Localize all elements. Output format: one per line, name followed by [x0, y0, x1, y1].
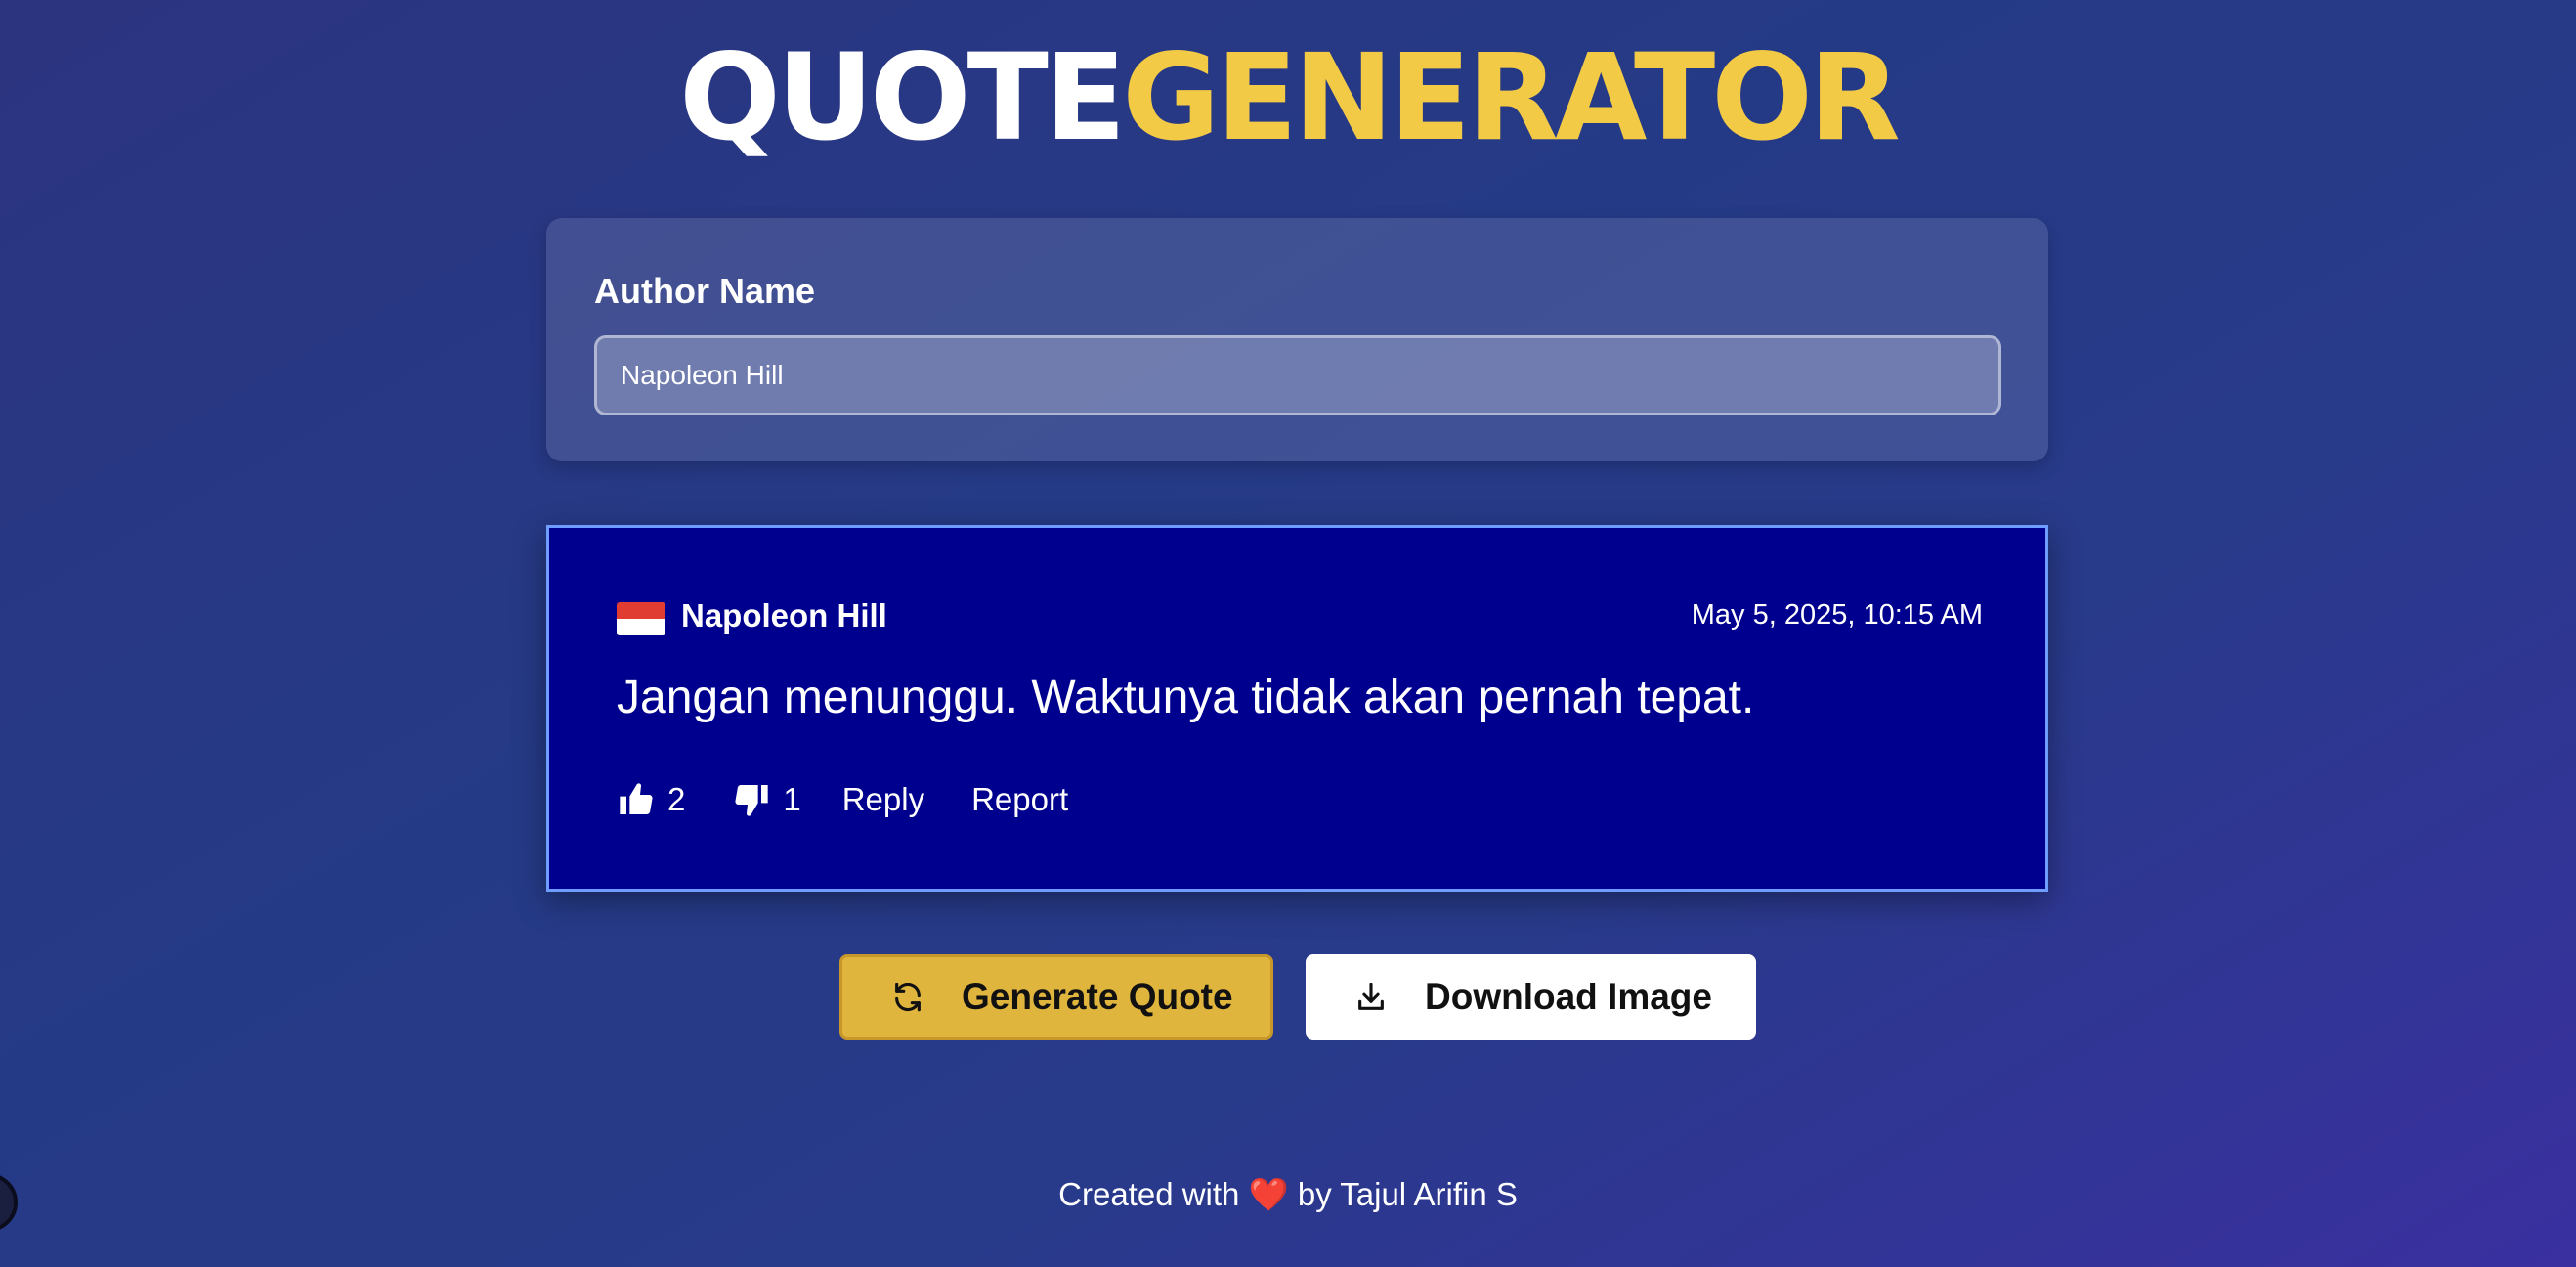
like-button[interactable]: 2 [617, 780, 685, 819]
author-form-panel: Author Name [546, 218, 2048, 461]
app-title-part1: QUOTE [679, 28, 1126, 167]
thumbs-up-icon [620, 783, 653, 814]
quote-author-name: Napoleon Hill [681, 597, 887, 634]
report-link[interactable]: Report [971, 781, 1068, 818]
quote-card: Napoleon Hill May 5, 2025, 10:15 AM Jang… [546, 525, 2048, 892]
download-image-label: Download Image [1425, 977, 1712, 1017]
author-name-label: Author Name [594, 271, 816, 311]
generate-quote-label: Generate Quote [962, 977, 1233, 1017]
heart-icon: ❤️ [1248, 1176, 1289, 1212]
like-count: 2 [667, 781, 686, 817]
download-image-button[interactable]: Download Image [1306, 954, 1756, 1040]
app-title: QUOTEGENERATOR [0, 29, 2576, 166]
footer-credit: Created with ❤️ by Tajul Arifin S [0, 1176, 2576, 1214]
footer-prefix: Created with [1058, 1176, 1240, 1212]
download-icon [1358, 983, 1384, 1010]
quote-datetime: May 5, 2025, 10:15 AM [1691, 599, 1983, 631]
reply-link[interactable]: Reply [842, 781, 924, 818]
generate-quote-button[interactable]: Generate Quote [839, 954, 1273, 1040]
thumbs-down-icon [735, 785, 769, 816]
quote-actions: 2 1 Reply Report [617, 780, 1068, 819]
app-title-part2: GENERATOR [1122, 28, 1901, 167]
indonesia-flag-icon [617, 602, 665, 635]
quote-text: Jangan menunggu. Waktunya tidak akan per… [617, 672, 1755, 723]
refresh-icon [895, 983, 921, 1012]
footer-suffix: by Tajul Arifin S [1297, 1176, 1518, 1212]
dislike-count: 1 [783, 781, 801, 817]
author-name-input[interactable] [594, 335, 2001, 415]
dislike-button[interactable]: 1 [732, 780, 801, 819]
